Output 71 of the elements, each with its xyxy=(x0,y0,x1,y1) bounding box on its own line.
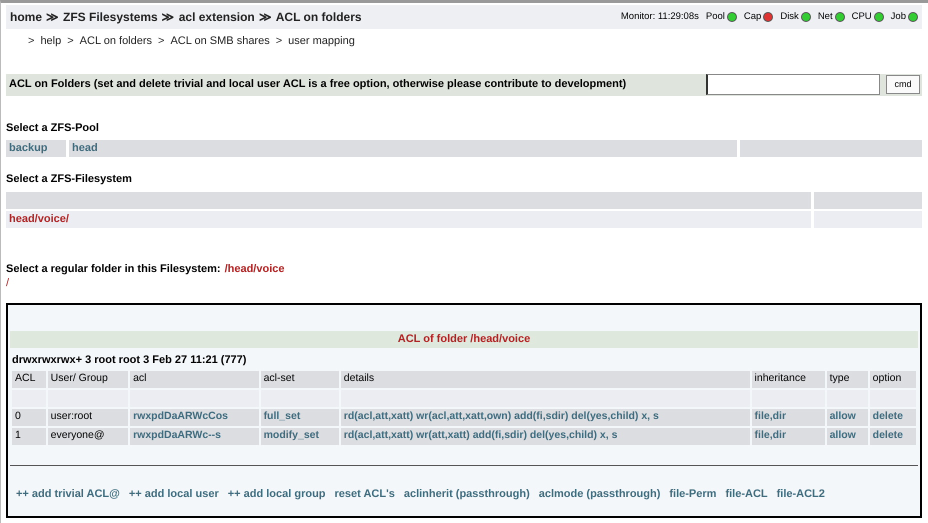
table-link[interactable]: rd(acl,att,xatt) wr(acl,att,xatt,own) add(fi,sdir) del(yes,child) x, s xyxy=(340,408,750,426)
column-header: ACL xyxy=(12,370,46,388)
command-field[interactable] xyxy=(706,74,880,95)
column-header: User/ Group xyxy=(48,370,128,388)
table-link[interactable]: rd(acl,att,xatt) wr(att,xatt) add(fi,sdir) del(yes,child) x, s xyxy=(340,428,750,444)
breadcrumb-link[interactable]: acl extension xyxy=(178,8,255,26)
column-header: option xyxy=(870,370,916,388)
breadcrumb-link[interactable]: ACL on folders xyxy=(276,8,362,26)
filesystem-link[interactable]: head/voice/ xyxy=(6,210,811,228)
action-link[interactable]: ++ add local group xyxy=(228,486,326,502)
column-header: acl xyxy=(130,370,259,388)
folder-path-link[interactable]: /head/voice xyxy=(224,260,284,277)
nav-link[interactable]: ACL on folders xyxy=(80,33,152,50)
column-header: acl-set xyxy=(260,370,339,388)
breadcrumb-separator: ≫ xyxy=(258,9,272,26)
indicator-label: CPU xyxy=(852,10,872,24)
action-link[interactable]: file-Perm xyxy=(669,486,716,502)
nav-link[interactable]: help xyxy=(40,33,62,50)
indicator-label: Net xyxy=(818,10,833,24)
file-listing: drwxrwxrwx+ 3 root root 3 Feb 27 11:21 (777) xyxy=(12,353,248,368)
column-header: inheritance xyxy=(752,370,825,388)
action-link[interactable]: ++ add local user xyxy=(128,486,219,502)
table-link[interactable]: allow xyxy=(826,428,868,444)
breadcrumb-link[interactable]: ZFS Filesystems xyxy=(63,8,158,26)
command-button[interactable]: cmd xyxy=(886,75,920,94)
table-link[interactable]: full_set xyxy=(260,408,339,426)
indicator-label: Disk xyxy=(780,10,799,24)
action-link[interactable]: reset ACL's xyxy=(334,486,395,502)
breadcrumb-separator: ≫ xyxy=(46,9,60,26)
indicator-label: Cap xyxy=(744,10,762,24)
table-cell: 0 xyxy=(12,408,46,426)
nav-separator: > xyxy=(158,34,164,49)
action-link[interactable]: aclinherit (passthrough) xyxy=(404,486,530,502)
breadcrumb-link[interactable]: home xyxy=(10,8,42,26)
table-cell: user:root xyxy=(48,408,128,426)
column-header: type xyxy=(826,370,868,388)
table-link[interactable]: rwxpdDaARWc--s xyxy=(130,428,259,444)
action-link[interactable]: file-ACL2 xyxy=(776,486,825,502)
table-link[interactable]: rwxpdDaARWcCos xyxy=(130,408,259,426)
nav-separator: > xyxy=(28,34,34,49)
pool-link[interactable]: backup xyxy=(6,140,66,157)
panel-title: ACL of folder /head/voice xyxy=(10,331,918,348)
pool-link[interactable]: head xyxy=(69,140,737,157)
table-link[interactable]: file,dir xyxy=(752,428,825,444)
section-heading: Select a regular folder in this Filesystem: xyxy=(6,262,221,276)
table-link[interactable]: delete xyxy=(870,428,916,444)
indicator-label: Pool xyxy=(706,10,725,24)
table-cell: 1 xyxy=(12,428,46,444)
section-heading: Select a ZFS-Filesystem xyxy=(6,172,133,187)
table-link[interactable]: modify_set xyxy=(260,428,339,444)
table-link[interactable]: delete xyxy=(870,408,916,426)
nav-link[interactable]: ACL on SMB shares xyxy=(170,33,270,50)
table-cell xyxy=(870,390,916,406)
action-link[interactable]: file-ACL xyxy=(725,486,768,502)
table-link[interactable]: allow xyxy=(826,408,868,426)
table-link[interactable]: file,dir xyxy=(752,408,825,426)
table-cell: everyone@ xyxy=(48,428,128,444)
nav-separator: > xyxy=(276,34,282,49)
monitor-label: Monitor: 11:29:08s xyxy=(620,10,699,24)
table-cell xyxy=(826,390,868,406)
nav-link[interactable]: user mapping xyxy=(288,33,355,50)
action-link[interactable]: aclmode (passthrough) xyxy=(538,486,660,502)
action-link[interactable]: ++ add trivial ACL@ xyxy=(16,486,120,502)
column-header: details xyxy=(340,370,750,388)
folder-link[interactable]: / xyxy=(6,277,922,289)
section-heading: Select a ZFS-Pool xyxy=(6,120,100,136)
nav-separator: > xyxy=(67,34,74,49)
indicator-label: Job xyxy=(890,10,906,24)
table-cell xyxy=(12,390,46,406)
breadcrumb-separator: ≫ xyxy=(162,9,175,26)
page-title: ACL on Folders (set and delete trivial and local user ACL is a free option, otherwise please contribute to development) xyxy=(9,77,626,92)
